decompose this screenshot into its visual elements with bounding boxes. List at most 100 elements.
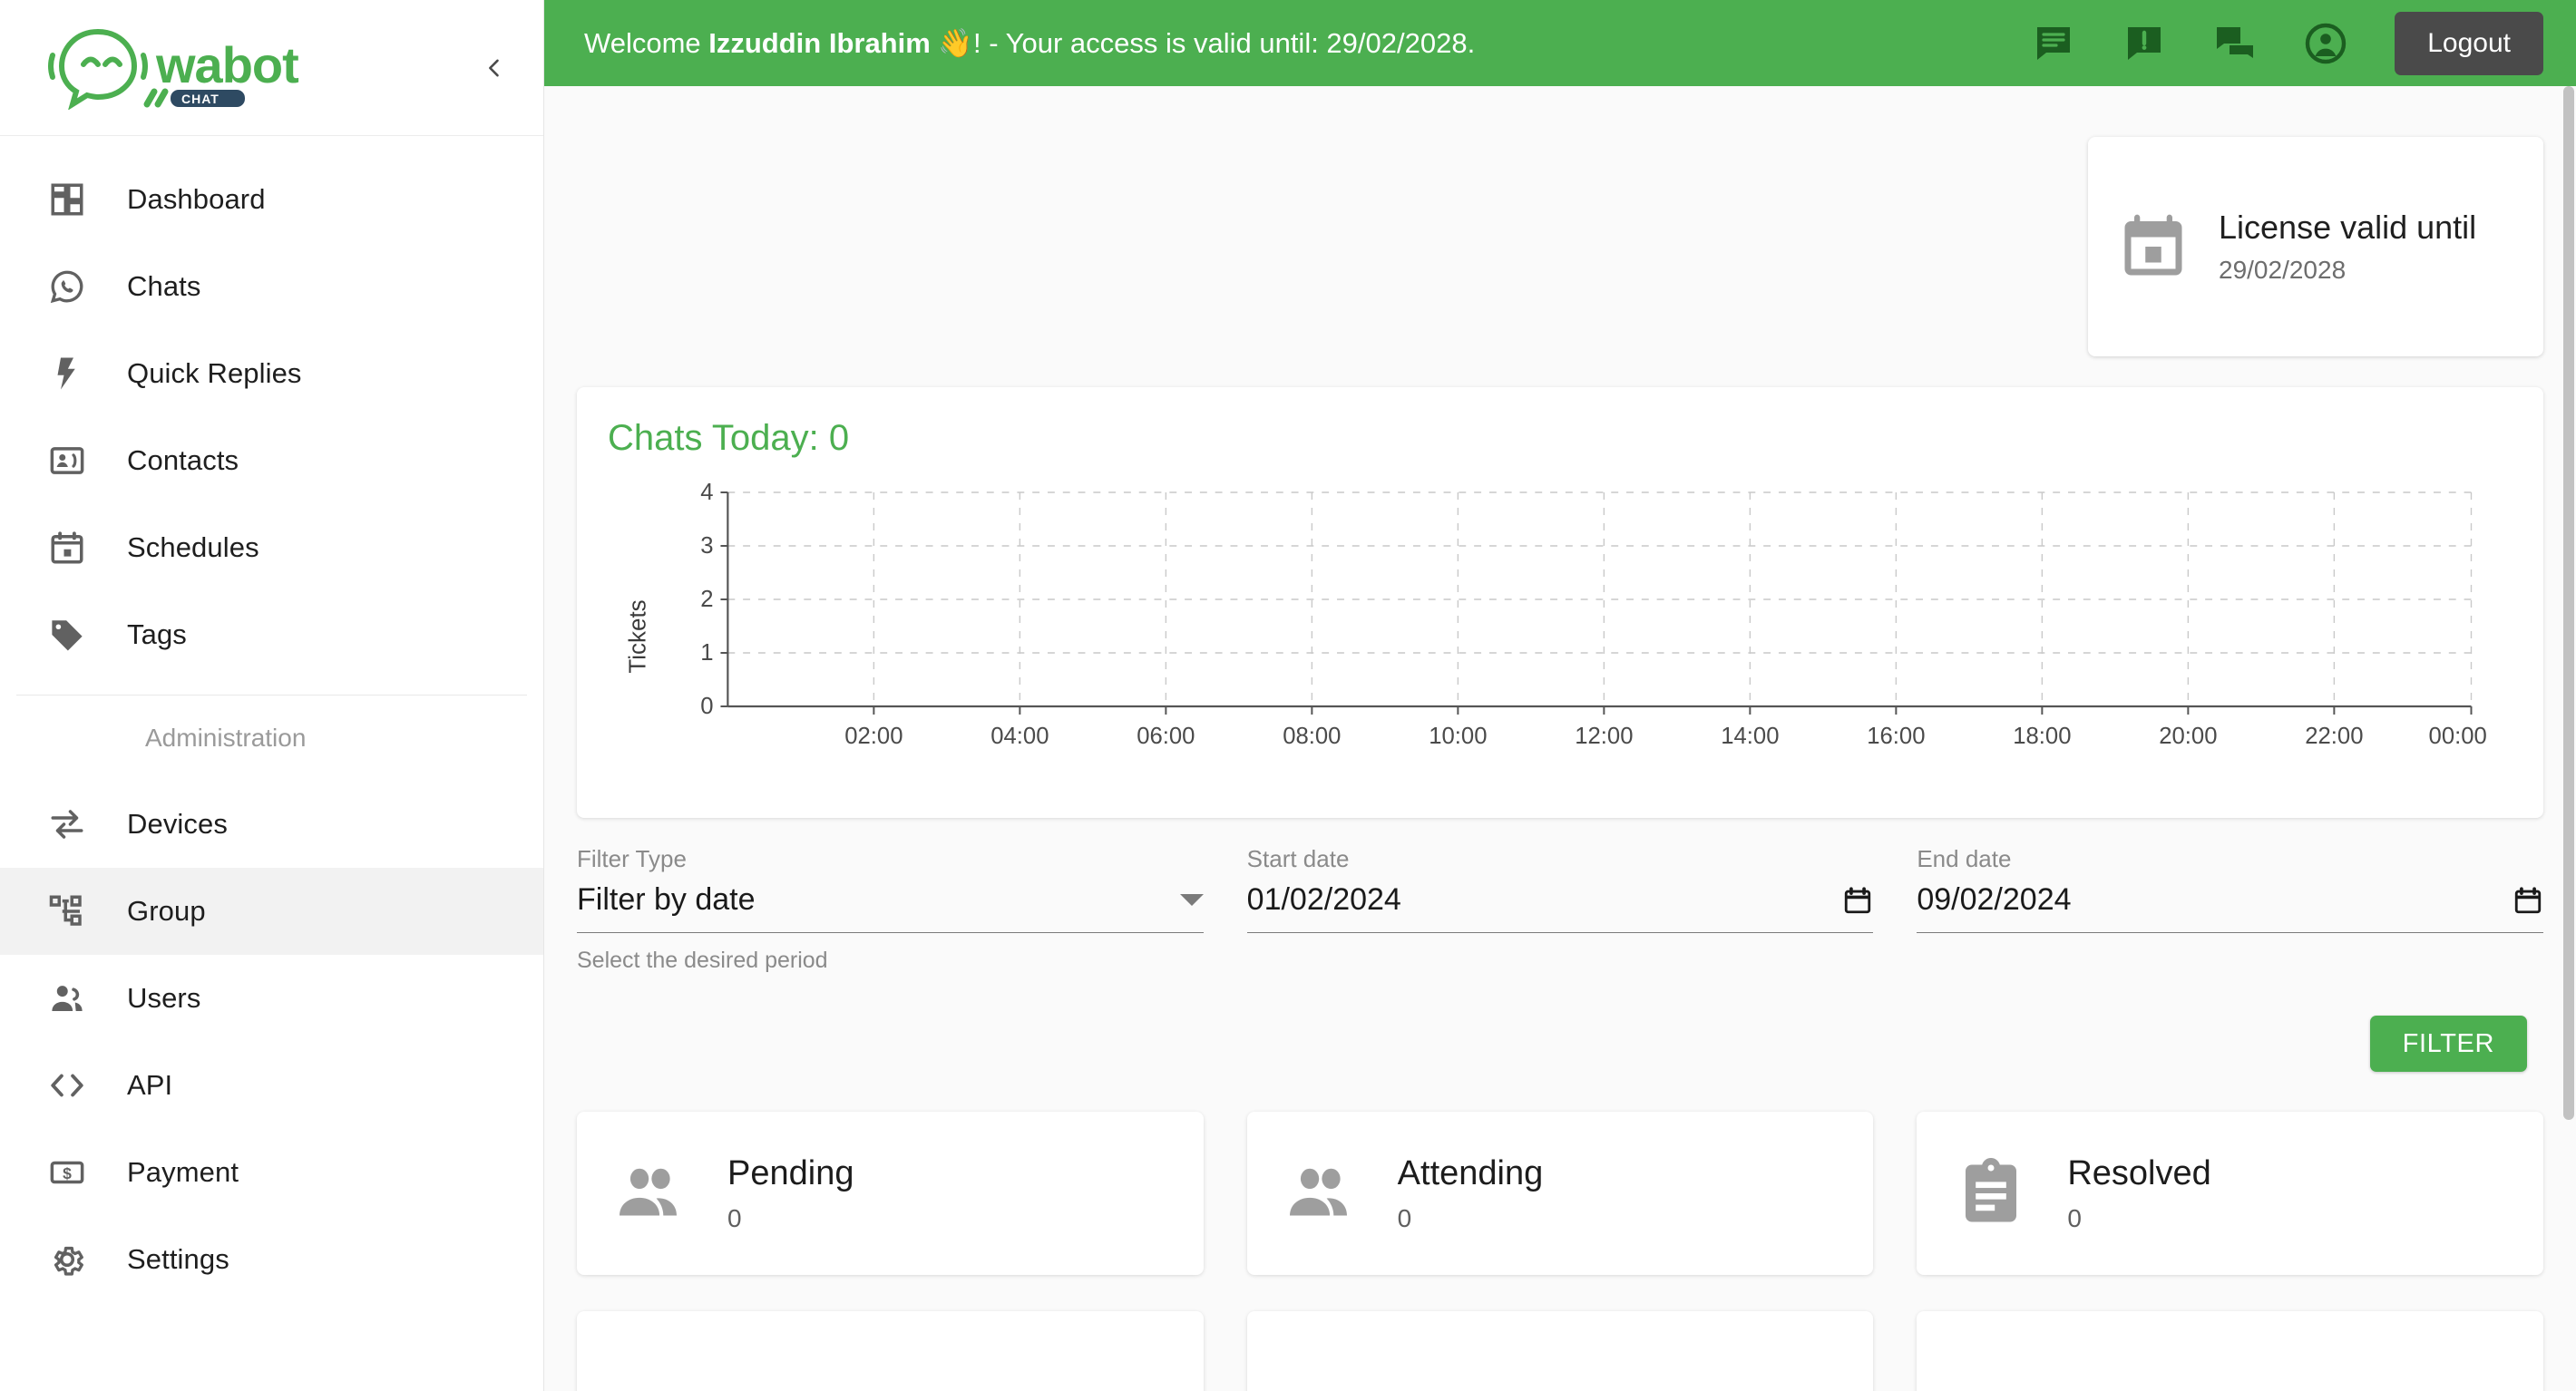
people-icon — [613, 1155, 689, 1231]
welcome-message: Welcome Izzuddin Ibrahim 👋! - Your acces… — [584, 26, 1475, 60]
people-icon — [1283, 1155, 1360, 1231]
sidebar-item-label: Devices — [127, 808, 228, 840]
flash-icon — [44, 350, 91, 397]
end-date-input[interactable]: 09/02/2024 — [1917, 882, 2544, 933]
svg-text:CHAT: CHAT — [181, 92, 220, 106]
stat-card-row-secondary — [577, 1311, 2544, 1391]
license-date: 29/02/2028 — [2219, 256, 2347, 285]
filter-type-label: Filter Type — [577, 845, 687, 872]
stat-card-placeholder[interactable] — [1246, 1311, 1874, 1391]
sidebar-item-quick-replies[interactable]: Quick Replies — [0, 330, 543, 417]
stat-card-resolved[interactable]: Resolved 0 — [1917, 1112, 2544, 1275]
sidebar-item-tags[interactable]: Tags — [0, 591, 543, 678]
contacts-icon — [44, 437, 91, 484]
end-date-field: End date 09/02/2024 — [1917, 845, 2544, 974]
svg-text:22:00: 22:00 — [2305, 724, 2363, 749]
wabot-logo-icon: wabot CHAT — [48, 28, 299, 110]
sidebar-item-group[interactable]: Group — [0, 868, 543, 955]
license-card: License valid until 29/02/2028 — [2088, 137, 2543, 356]
stat-card-pending[interactable]: Pending 0 — [577, 1112, 1204, 1275]
whatsapp-icon — [44, 263, 91, 310]
chevron-left-icon — [489, 59, 499, 76]
start-date-input[interactable]: 01/02/2024 — [1246, 882, 1874, 933]
stat-value: 0 — [1397, 1203, 1412, 1232]
license-title: License valid until — [2219, 208, 2477, 246]
welcome-suffix: 👋! - Your access is valid until: 29/02/2… — [930, 27, 1476, 59]
filter-type-select[interactable]: Filter by date — [577, 882, 1204, 933]
brand-logo[interactable]: wabot CHAT — [45, 26, 467, 110]
sidebar-item-schedules[interactable]: Schedules — [0, 504, 543, 591]
dashboard-content: License valid until 29/02/2028 Chats Tod… — [544, 86, 2576, 1391]
tag-icon — [44, 611, 91, 658]
sidebar-item-label: Dashboard — [127, 183, 266, 215]
chart-title: Chats Today: 0 — [608, 418, 850, 458]
sidebar-item-chats[interactable]: Chats — [0, 243, 543, 330]
svg-text:2: 2 — [700, 587, 713, 612]
tickets-line-chart: Tickets 4 3 2 1 0 02:00 04:00 06:00 08:0… — [626, 482, 2487, 749]
start-date-field: Start date 01/02/2024 — [1246, 845, 1874, 974]
sidebar-item-label: Payment — [127, 1156, 239, 1188]
svg-text:10:00: 10:00 — [1429, 724, 1487, 749]
payment-icon: $ — [44, 1149, 91, 1196]
filter-type-hint: Select the desired period — [577, 948, 828, 973]
sidebar-item-users[interactable]: Users — [0, 955, 543, 1042]
sidebar-item-label: Settings — [127, 1243, 229, 1275]
filter-type-field: Filter Type Filter by date Select the de… — [577, 845, 1204, 974]
stat-value: 0 — [2067, 1203, 2082, 1232]
calendar-icon — [44, 524, 91, 571]
sidebar-item-settings[interactable]: Settings — [0, 1216, 543, 1303]
chart-area: Tickets 4 3 2 1 0 02:00 04:00 06:00 08:0… — [608, 482, 2507, 791]
sidebar-item-label: Contacts — [127, 444, 239, 476]
sidebar-item-api[interactable]: API — [0, 1042, 543, 1129]
filter-button[interactable]: FILTER — [2369, 1016, 2527, 1072]
start-date-label: Start date — [1246, 845, 1350, 872]
sidebar-item-label: Users — [127, 982, 201, 1014]
stat-card-placeholder[interactable] — [577, 1311, 1204, 1391]
sidebar-item-label: Quick Replies — [127, 357, 302, 389]
sidebar-item-payment[interactable]: $ Payment — [0, 1129, 543, 1216]
stat-name: Resolved — [2067, 1153, 2211, 1192]
sidebar-nav: Dashboard Chats Quick Replies Contacts S… — [0, 136, 543, 1391]
welcome-username: Izzuddin Ibrahim — [708, 27, 931, 59]
stat-card-attending[interactable]: Attending 0 — [1246, 1112, 1874, 1275]
calendar-icon[interactable] — [1842, 885, 1873, 916]
account-circle-icon[interactable] — [2304, 22, 2347, 65]
sidebar-item-dashboard[interactable]: Dashboard — [0, 156, 543, 243]
calendar-icon[interactable] — [2513, 885, 2543, 916]
topbar-icon-group — [2032, 22, 2347, 65]
start-date-value: 01/02/2024 — [1246, 882, 1401, 917]
sidebar-section-administration: Administration — [145, 724, 307, 752]
chart-y-axis-label: Tickets — [626, 599, 651, 673]
svg-text:04:00: 04:00 — [990, 724, 1049, 749]
stat-text: Resolved 0 — [2067, 1154, 2210, 1233]
sidebar-item-devices[interactable]: Devices — [0, 781, 543, 868]
message-list-icon[interactable] — [2032, 22, 2075, 65]
dashboard-icon — [44, 176, 91, 223]
page-scrollbar[interactable] — [2561, 86, 2576, 1391]
people-icon — [44, 975, 91, 1022]
logout-button[interactable]: Logout — [2395, 11, 2543, 75]
chat-bubbles-icon[interactable] — [2213, 22, 2257, 65]
sidebar-item-label: Schedules — [127, 531, 259, 563]
license-row: License valid until 29/02/2028 — [577, 86, 2543, 356]
filter-action-row: FILTER — [577, 1016, 2543, 1072]
stat-name: Attending — [1397, 1153, 1544, 1192]
svg-text:18:00: 18:00 — [2013, 724, 2071, 749]
svg-text:1: 1 — [700, 640, 713, 666]
svg-text:20:00: 20:00 — [2159, 724, 2217, 749]
stat-card-placeholder[interactable] — [1917, 1311, 2544, 1391]
scrollbar-thumb[interactable] — [2563, 86, 2574, 1120]
svg-text:0: 0 — [700, 694, 713, 719]
svg-text:12:00: 12:00 — [1575, 724, 1633, 749]
svg-text:16:00: 16:00 — [1867, 724, 1925, 749]
main-area: Welcome Izzuddin Ibrahim 👋! - Your acces… — [544, 0, 2576, 1391]
welcome-prefix: Welcome — [584, 27, 709, 59]
alert-message-icon[interactable] — [2122, 22, 2166, 65]
svg-text:4: 4 — [700, 482, 713, 505]
svg-text:14:00: 14:00 — [1721, 724, 1779, 749]
sidebar-item-contacts[interactable]: Contacts — [0, 417, 543, 504]
sidebar: wabot CHAT Dashboard Chats Quick Replies… — [0, 0, 544, 1391]
sidebar-item-label: Chats — [127, 270, 201, 302]
sidebar-collapse-button[interactable] — [467, 41, 522, 95]
svg-text:00:00: 00:00 — [2429, 724, 2487, 749]
